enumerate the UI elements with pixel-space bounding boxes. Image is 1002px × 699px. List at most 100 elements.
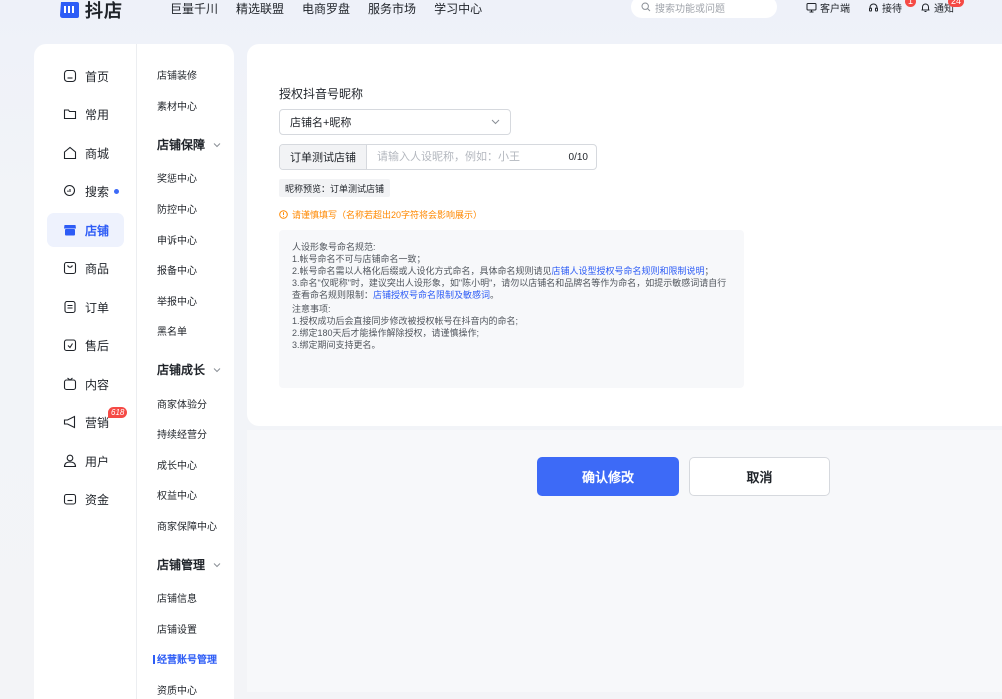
search-icon [641,2,651,12]
wallet-icon [63,493,77,505]
client-label: 客户端 [820,4,850,15]
reception-badge: 1 [905,0,917,7]
topnav-compass[interactable]: 电商罗盘 [302,0,350,17]
subnav-store-info[interactable]: 店铺信息 [157,590,197,605]
subnav-material-center[interactable]: 素材中心 [157,98,197,113]
subnav-merchant-guarantee[interactable]: 商家保障中心 [157,518,217,533]
top-bar: 抖店 巨量千川 精选联盟 电商罗盘 服务市场 学习中心 搜索功能或问题 客户端 … [0,0,1002,30]
sidebar-item-content[interactable]: 内容 [47,367,124,401]
monitor-icon [806,3,817,13]
subnav-experience-score[interactable]: 商家体验分 [157,396,207,411]
chevron-down-icon [213,562,221,567]
sensitive-words-link[interactable]: 店铺授权号命名限制及敏感词 [373,290,490,300]
subnav-risk-control[interactable]: 防控中心 [157,201,197,216]
reception-label: 接待 [882,4,902,15]
client-button[interactable]: 客户端 [806,0,850,15]
subnav-store-decoration[interactable]: 店铺装修 [157,67,197,82]
subnav-report-filing[interactable]: 报备中心 [157,262,197,277]
megaphone-icon [63,415,76,429]
sidebar-item-aftersale[interactable]: 售后 [47,328,124,362]
top-right-actions: 客户端 接待 1 通知 24 [806,0,965,15]
brand-name: 抖店 [85,1,123,21]
cancel-button[interactable]: 取消 [689,457,830,496]
search-analytics-icon [63,184,76,197]
naming-rules-link[interactable]: 店铺人设型授权号命名规则和限制说明 [552,266,705,276]
home-icon [63,69,77,83]
sidebar-item-product[interactable]: 商品 [47,251,124,285]
content-icon [63,377,77,391]
sidebar-item-home[interactable]: 首页 [47,59,124,93]
sidebar-item-label: 商城 [85,146,110,161]
subnav-appeal[interactable]: 申诉中心 [157,232,197,247]
primary-sidebar: 首页 常用 商城 搜索 店铺 商品 订单 售后 内容 营销 618 用户 资金 [34,44,137,699]
topnav-learning[interactable]: 学习中心 [434,0,482,17]
sidebar-item-store[interactable]: 店铺 [47,213,124,247]
top-nav: 巨量千川 精选联盟 电商罗盘 服务市场 学习中心 [170,0,482,17]
left-navigation: 首页 常用 商城 搜索 店铺 商品 订单 售后 内容 营销 618 用户 资金 … [34,44,234,699]
sidebar-item-label: 内容 [85,377,110,392]
naming-rules-box: 人设形象号命名规范: 1.帐号命名不可与店铺命名一致； 2.帐号命名需以人格化后… [279,230,744,388]
group-title: 店铺保障 [157,138,206,152]
subnav-complaint[interactable]: 举报中心 [157,293,197,308]
rule-3: 3.命名"仅昵称"时，建议突出人设形象，如"陈小明"，请勿以店铺名和品牌名等作为… [292,277,731,301]
subnav-operation-score[interactable]: 持续经营分 [157,426,207,441]
subnav-store-settings[interactable]: 店铺设置 [157,621,197,636]
sidebar-item-order[interactable]: 订单 [47,290,124,324]
subnav-business-account[interactable]: 经营账号管理 [153,651,217,666]
douyin-shop-logo-icon [60,2,79,18]
chevron-down-icon [213,367,221,372]
rule-2-end: ； [704,266,714,276]
subnav-growth-center[interactable]: 成长中心 [157,457,197,472]
nickname-input[interactable] [367,145,569,169]
sidebar-item-user[interactable]: 用户 [47,444,124,478]
sidebar-item-label: 营销 [85,415,110,430]
notification-button[interactable]: 通知 24 [920,0,965,15]
topnav-service-market[interactable]: 服务市场 [368,0,416,17]
nickname-form-panel: 授权抖音号昵称 店铺名+昵称 订单测试店铺 0/10 昵称预览：订单测试店铺 请… [247,44,1002,426]
nickname-format-select[interactable]: 店铺名+昵称 [279,109,511,135]
promo-618-tag: 618 [108,407,128,418]
user-icon [63,454,77,468]
warning-icon [279,210,288,219]
chevron-down-icon [491,119,500,125]
subnav-benefits-center[interactable]: 权益中心 [157,487,197,502]
sidebar-item-label: 订单 [85,300,110,315]
reception-button[interactable]: 接待 1 [868,0,917,15]
store-name-prefix: 订单测试店铺 [280,145,367,169]
new-dot-indicator [114,188,120,194]
sidebar-item-label: 售后 [85,338,110,353]
sidebar-item-search[interactable]: 搜索 [47,174,124,208]
note-3: 3.绑定期间支持更名。 [292,340,381,350]
subnav-blacklist[interactable]: 黑名单 [157,323,187,338]
char-counter: 0/10 [568,151,588,163]
subnav-qualification-center[interactable]: 资质中心 [157,682,197,697]
note-2: 2.绑定180天后才能操作解除授权，请谨慎操作; [292,328,480,338]
sidebar-item-marketing[interactable]: 营销 618 [47,405,128,439]
notification-badge: 24 [948,0,965,7]
aftersale-icon [63,339,77,352]
note-1: 1.授权成功后会直接同步修改被授权帐号在抖音内的命名; [292,316,519,326]
subnav-group-store-guarantee[interactable]: 店铺保障 [157,136,221,153]
search-input[interactable]: 搜索功能或问题 [631,0,777,18]
confirm-button[interactable]: 确认修改 [537,457,679,496]
logo[interactable]: 抖店 [58,0,123,23]
mall-icon [63,146,77,160]
rule-3-end: 。 [490,290,500,300]
headset-icon [869,3,878,12]
nickname-input-group: 订单测试店铺 0/10 [279,144,597,170]
topnav-alliance[interactable]: 精选联盟 [236,0,284,17]
sidebar-item-funds[interactable]: 资金 [47,482,124,516]
nickname-label: 授权抖音号昵称 [279,87,364,101]
group-title: 店铺成长 [157,363,206,377]
product-icon [63,261,77,275]
subnav-group-store-management[interactable]: 店铺管理 [157,556,221,573]
sidebar-item-mall[interactable]: 商城 [47,136,124,170]
rule-2-text: 2.帐号命名需以人格化后缀或人设化方式命名，具体命名规则请见 [292,266,552,276]
sidebar-item-frequent[interactable]: 常用 [47,97,124,131]
sidebar-item-label: 搜索 [85,184,110,199]
topnav-qianchuan[interactable]: 巨量千川 [170,0,218,17]
subnav-group-store-growth[interactable]: 店铺成长 [157,361,221,378]
subnav-reward-penalty[interactable]: 奖惩中心 [157,170,197,185]
folder-icon [63,109,77,120]
store-icon [64,225,76,236]
